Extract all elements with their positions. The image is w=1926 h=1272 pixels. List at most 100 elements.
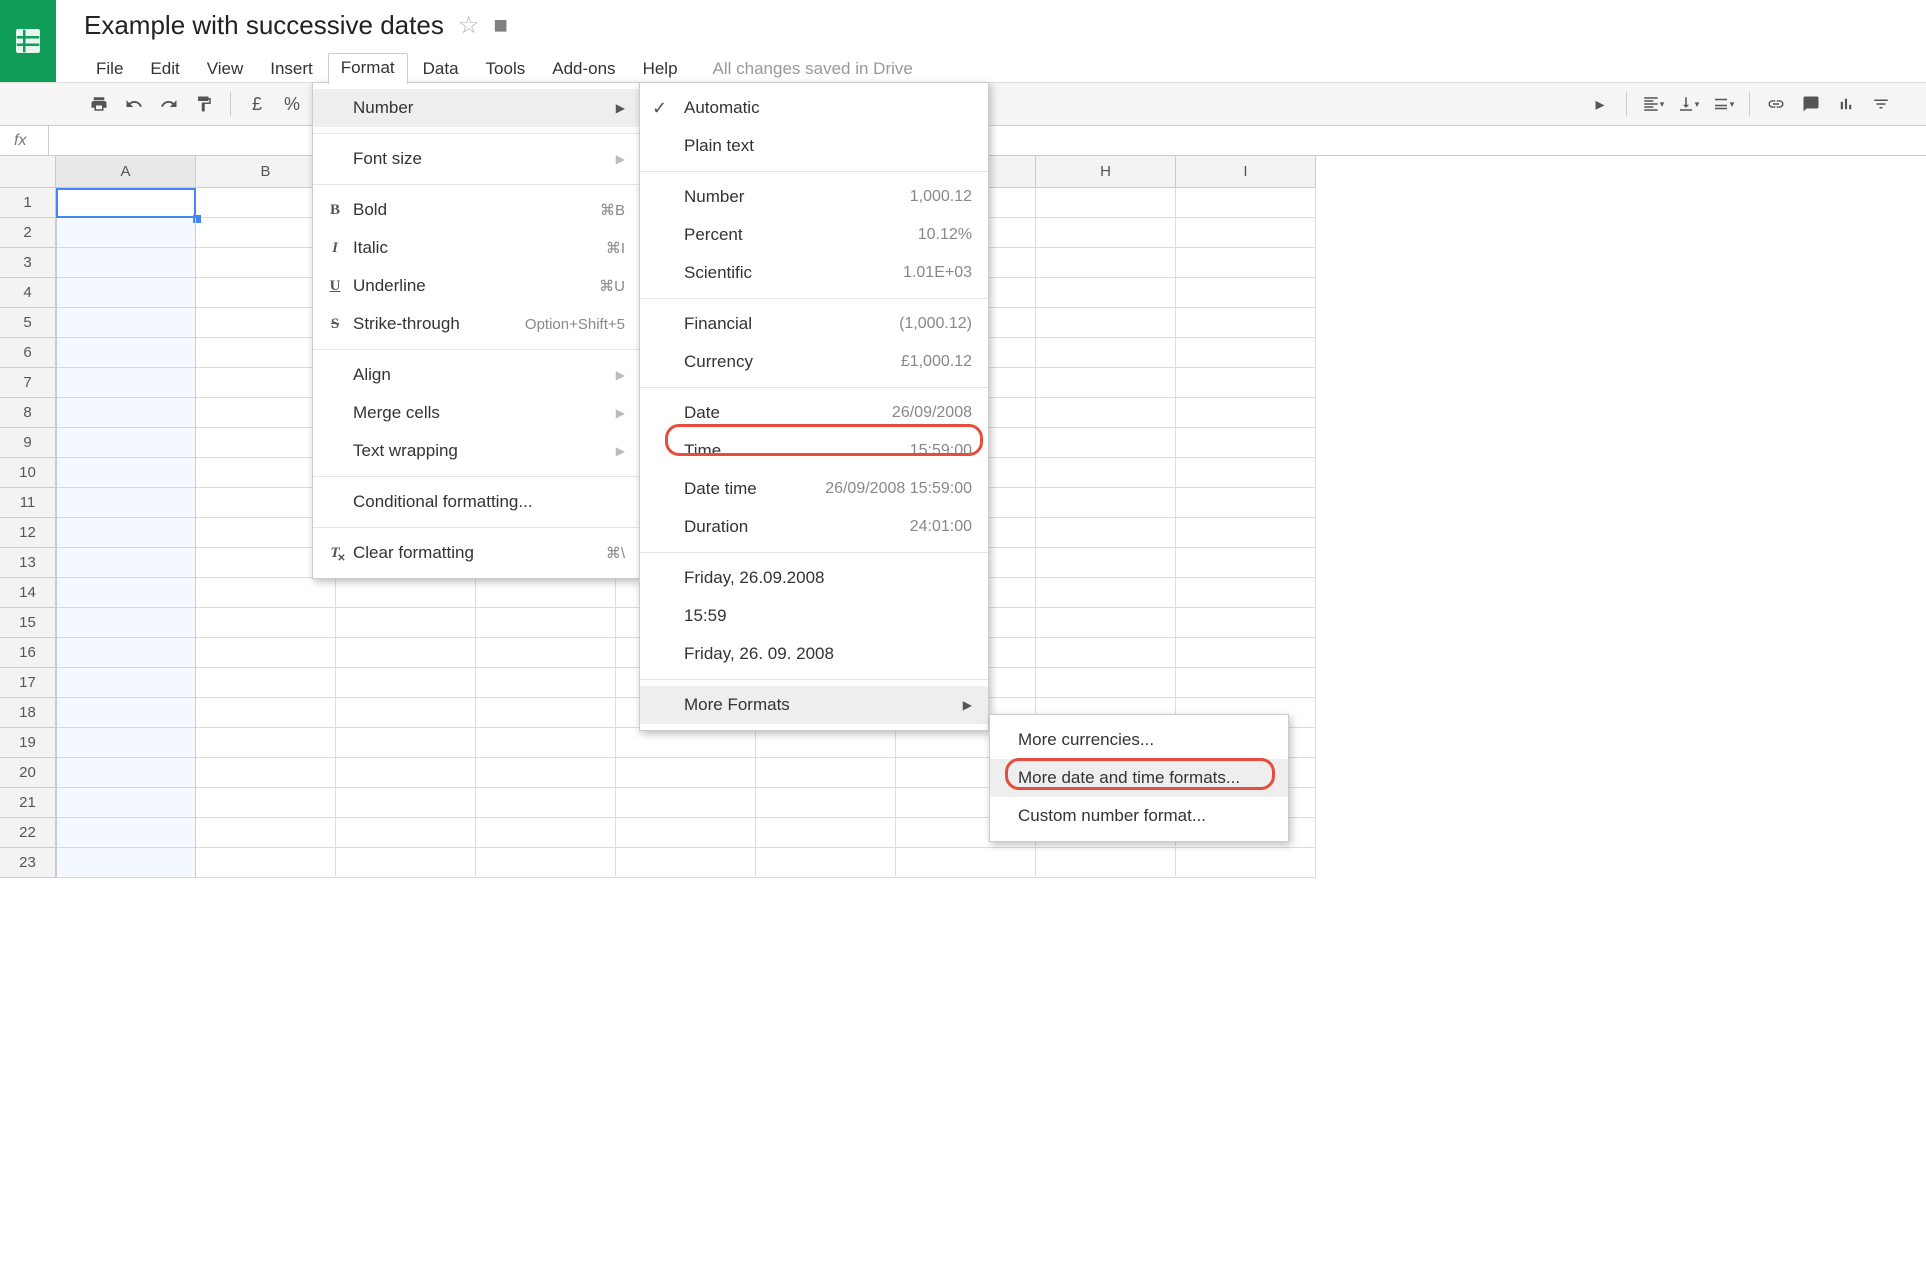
cell-C23[interactable] [336,848,476,878]
number-duration[interactable]: Duration 24:01:00 [640,508,988,546]
cell-B18[interactable] [196,698,336,728]
align-vertical-icon[interactable]: ▾ [1673,89,1703,119]
row-header-15[interactable]: 15 [0,608,56,638]
cell-F21[interactable] [756,788,896,818]
number-scientific[interactable]: Scientific 1.01E+03 [640,254,988,292]
cell-D14[interactable] [476,578,616,608]
text-wrap-icon[interactable]: ▾ [1708,89,1738,119]
cell-H9[interactable] [1036,428,1176,458]
percent-button[interactable]: % [277,89,307,119]
row-header-10[interactable]: 10 [0,458,56,488]
cell-I15[interactable] [1176,608,1316,638]
format-bold[interactable]: B Bold ⌘B [313,191,639,229]
row-header-13[interactable]: 13 [0,548,56,578]
row-header-16[interactable]: 16 [0,638,56,668]
row-header-9[interactable]: 9 [0,428,56,458]
more-currencies[interactable]: More currencies... [990,721,1288,759]
menu-data[interactable]: Data [411,56,471,82]
paint-format-icon[interactable] [189,89,219,119]
cell-H17[interactable] [1036,668,1176,698]
cell-E23[interactable] [616,848,756,878]
menu-view[interactable]: View [195,56,256,82]
cell-H14[interactable] [1036,578,1176,608]
cell-C22[interactable] [336,818,476,848]
format-clear[interactable]: T✕ Clear formatting ⌘\ [313,534,639,572]
cell-I11[interactable] [1176,488,1316,518]
cell-I9[interactable] [1176,428,1316,458]
row-header-5[interactable]: 5 [0,308,56,338]
cell-I6[interactable] [1176,338,1316,368]
cell-I4[interactable] [1176,278,1316,308]
cell-C20[interactable] [336,758,476,788]
row-header-3[interactable]: 3 [0,248,56,278]
row-header-7[interactable]: 7 [0,368,56,398]
menu-help[interactable]: Help [631,56,690,82]
cell-I1[interactable] [1176,188,1316,218]
cell-A7[interactable] [56,368,196,398]
number-datetime[interactable]: Date time 26/09/2008 15:59:00 [640,470,988,508]
cell-A12[interactable] [56,518,196,548]
cell-A10[interactable] [56,458,196,488]
cell-A4[interactable] [56,278,196,308]
menu-addons[interactable]: Add-ons [540,56,627,82]
number-time[interactable]: Time 15:59:00 [640,432,988,470]
comment-icon[interactable] [1796,89,1826,119]
row-header-20[interactable]: 20 [0,758,56,788]
cell-C14[interactable] [336,578,476,608]
cell-E20[interactable] [616,758,756,788]
menu-insert[interactable]: Insert [258,56,325,82]
star-icon[interactable]: ☆ [458,11,480,40]
cell-B16[interactable] [196,638,336,668]
cell-H8[interactable] [1036,398,1176,428]
row-header-22[interactable]: 22 [0,818,56,848]
cell-B20[interactable] [196,758,336,788]
number-custom-3[interactable]: Friday, 26. 09. 2008 [640,635,988,673]
number-percent[interactable]: Percent 10.12% [640,216,988,254]
cell-D17[interactable] [476,668,616,698]
cell-B15[interactable] [196,608,336,638]
cell-A9[interactable] [56,428,196,458]
folder-icon[interactable]: ■ [493,12,508,40]
cell-D19[interactable] [476,728,616,758]
cell-H1[interactable] [1036,188,1176,218]
cell-A5[interactable] [56,308,196,338]
cell-H2[interactable] [1036,218,1176,248]
number-automatic[interactable]: ✓ Automatic [640,89,988,127]
cell-A17[interactable] [56,668,196,698]
number-number[interactable]: Number 1,000.12 [640,178,988,216]
cell-A22[interactable] [56,818,196,848]
row-header-6[interactable]: 6 [0,338,56,368]
cell-H15[interactable] [1036,608,1176,638]
cell-H7[interactable] [1036,368,1176,398]
cell-A3[interactable] [56,248,196,278]
cell-D22[interactable] [476,818,616,848]
cell-C18[interactable] [336,698,476,728]
cell-A6[interactable] [56,338,196,368]
cell-C19[interactable] [336,728,476,758]
custom-number-format[interactable]: Custom number format... [990,797,1288,835]
cell-D20[interactable] [476,758,616,788]
cell-H4[interactable] [1036,278,1176,308]
cell-B19[interactable] [196,728,336,758]
format-italic[interactable]: I Italic ⌘I [313,229,639,267]
format-strike[interactable]: S Strike-through Option+Shift+5 [313,305,639,343]
menu-file[interactable]: File [84,56,135,82]
more-button[interactable]: ▸ [1585,89,1615,119]
undo-icon[interactable] [119,89,149,119]
row-header-14[interactable]: 14 [0,578,56,608]
cell-F23[interactable] [756,848,896,878]
number-custom-1[interactable]: Friday, 26.09.2008 [640,559,988,597]
format-merge[interactable]: Merge cells ▶ [313,394,639,432]
cell-H13[interactable] [1036,548,1176,578]
number-date[interactable]: Date 26/09/2008 [640,394,988,432]
align-horizontal-icon[interactable]: ▾ [1638,89,1668,119]
cell-B17[interactable] [196,668,336,698]
chart-icon[interactable] [1831,89,1861,119]
format-font-size[interactable]: Font size ▶ [313,140,639,178]
cell-E22[interactable] [616,818,756,848]
format-wrap[interactable]: Text wrapping ▶ [313,432,639,470]
cell-F22[interactable] [756,818,896,848]
cell-A1[interactable] [56,188,196,218]
cell-A21[interactable] [56,788,196,818]
filter-icon[interactable] [1866,89,1896,119]
